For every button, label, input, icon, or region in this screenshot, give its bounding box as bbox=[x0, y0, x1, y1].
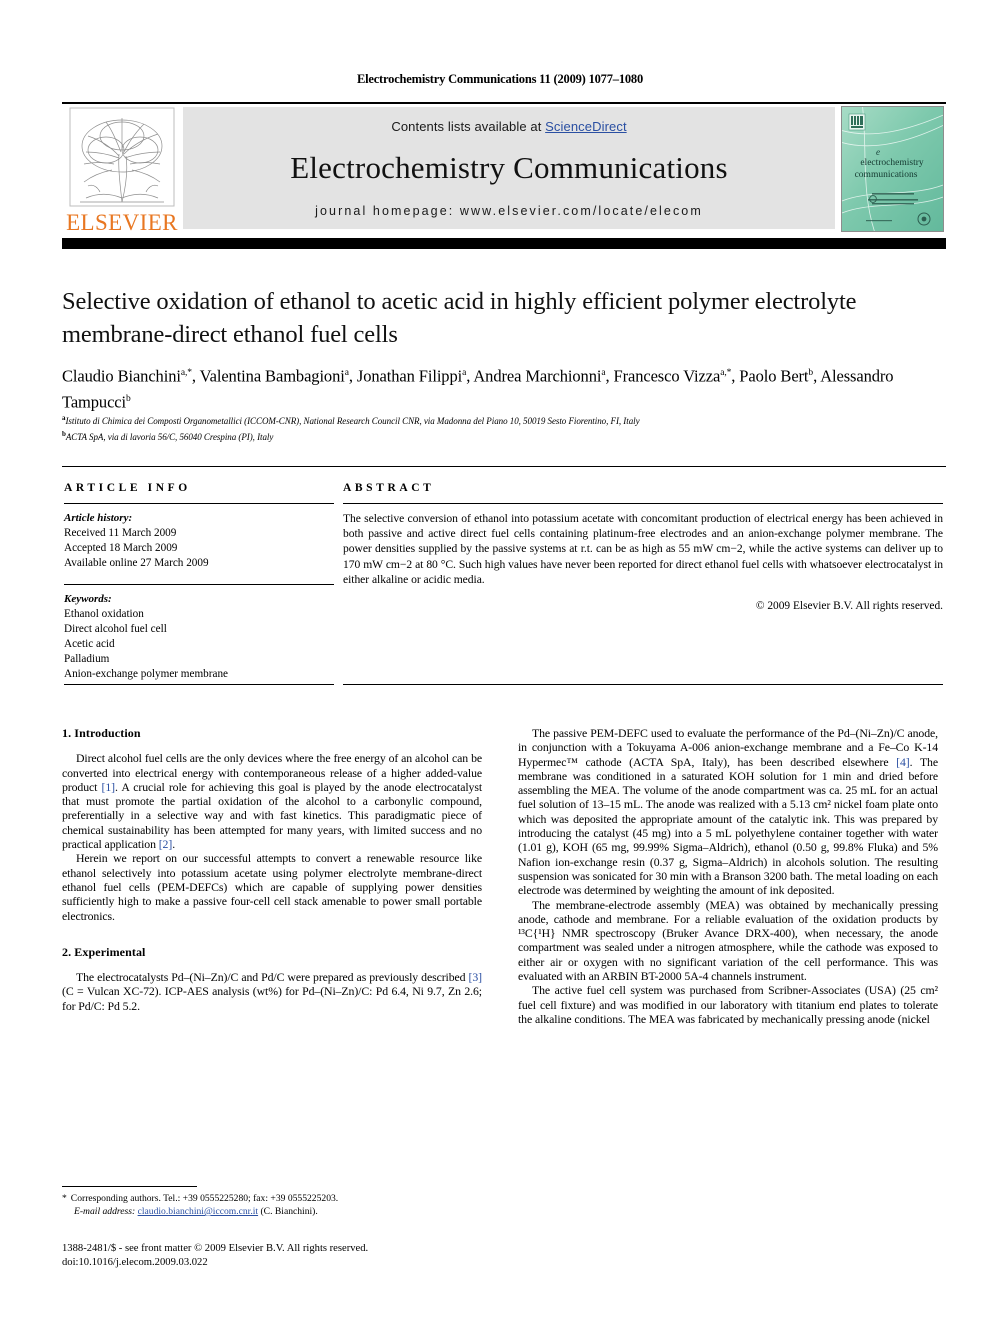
article-history-item: Received 11 March 2009 bbox=[64, 527, 177, 539]
email-label: E-mail address: bbox=[74, 1206, 136, 1217]
elsevier-logo: ELSEVIER bbox=[66, 106, 178, 234]
keyword-item: Direct alcohol fuel cell bbox=[64, 623, 167, 635]
reference-link-4[interactable]: [4] bbox=[896, 755, 910, 769]
imprint-block: 1388-2481/$ - see front matter © 2009 El… bbox=[62, 1242, 532, 1270]
sciencedirect-link[interactable]: ScienceDirect bbox=[545, 119, 627, 134]
page-title: Selective oxidation of ethanol to acetic… bbox=[62, 288, 857, 348]
info-block-bottom-rule-left bbox=[64, 684, 334, 685]
reference-link-3[interactable]: [3] bbox=[469, 970, 483, 984]
article-info-heading: ARTICLE INFO bbox=[64, 482, 191, 494]
masthead-top-rule bbox=[62, 102, 946, 104]
contents-line: Contents lists available at ScienceDirec… bbox=[183, 119, 835, 134]
author-list: Claudio Bianchinia,*, Valentina Bambagio… bbox=[62, 366, 894, 412]
affiliation-b: bACTA SpA, via di lavoria 56/C, 56040 Cr… bbox=[62, 428, 942, 444]
right-paragraph-3: The active fuel cell system was purchase… bbox=[518, 983, 938, 1026]
keyword-item: Anion-exchange polymer membrane bbox=[64, 668, 229, 680]
contents-prefix: Contents lists available at bbox=[391, 119, 546, 134]
article-history-item: Available online 27 March 2009 bbox=[64, 557, 209, 569]
section-heading-experimental: 2. Experimental bbox=[62, 944, 146, 959]
footnote-line-2: E-mail address: claudio.bianchini@iccom.… bbox=[62, 1205, 482, 1218]
corresponding-author-footnote: * Corresponding authors. Tel.: +39 055522… bbox=[62, 1192, 482, 1218]
abstract-copyright: © 2009 Elsevier B.V. All rights reserved… bbox=[755, 600, 943, 613]
right-p1-part-a: The passive PEM-DEFC used to evaluate th… bbox=[518, 726, 938, 769]
svg-text:e: e bbox=[876, 147, 880, 157]
intro-p1-part-b: . A crucial role for achieving this goal… bbox=[62, 779, 482, 852]
imprint-doi-line[interactable]: doi:10.1016/j.elecom.2009.03.022 bbox=[62, 1256, 532, 1270]
keyword-item: Acetic acid bbox=[64, 638, 115, 650]
running-head: Electrochemistry Communications 11 (2009… bbox=[356, 72, 644, 86]
article-page: Electrochemistry Communications 11 (2009… bbox=[0, 0, 992, 1323]
experimental-paragraph-1: The electrocatalysts Pd–(Ni–Zn)/C and Pd… bbox=[62, 970, 482, 1013]
svg-text:ELSEVIER: ELSEVIER bbox=[66, 210, 178, 234]
right-paragraph-2: The membrane-electrode assembly (MEA) wa… bbox=[518, 897, 938, 984]
info-block-bottom-rule-right bbox=[343, 684, 943, 685]
abstract-text: The selective conversion of ethanol into… bbox=[343, 512, 943, 586]
journal-masthead: ELSEVIER Contents lists available at Sci… bbox=[62, 102, 946, 249]
right-p1-part-b: . The membrane was conditioned in a satu… bbox=[518, 754, 938, 898]
intro-p1-part-c: . bbox=[172, 837, 176, 852]
reference-link-2[interactable]: [2] bbox=[159, 837, 173, 851]
info-block-top-rule bbox=[62, 466, 946, 467]
affiliation-a: aIstituto di Chimica dei Composti Organo… bbox=[62, 412, 942, 428]
body-column-left: 1. Introduction Direct alcohol fuel cell… bbox=[62, 726, 482, 1013]
footnote-rule bbox=[62, 1186, 197, 1187]
affiliation-b-text: ACTA SpA, via di lavoria 56/C, 56040 Cre… bbox=[65, 432, 274, 442]
section-heading-introduction: 1. Introduction bbox=[62, 726, 141, 740]
body-column-right: The passive PEM-DEFC used to evaluate th… bbox=[518, 726, 938, 1026]
article-info-column: ARTICLE INFO Article history: Received 1… bbox=[64, 482, 334, 682]
reference-link-1[interactable]: [1] bbox=[102, 780, 116, 794]
right-paragraph-1: The passive PEM-DEFC used to evaluate th… bbox=[518, 726, 938, 898]
journal-cover-thumbnail: e electrochemistry communications bbox=[841, 106, 944, 232]
email-link[interactable]: claudio.bianchini@iccom.cnr.it bbox=[138, 1206, 258, 1217]
exp-p1-part-a: The electrocatalysts Pd–(Ni–Zn)/C and Pd… bbox=[76, 970, 469, 985]
svg-text:electrochemistry: electrochemistry bbox=[860, 158, 924, 168]
abstract-column: ABSTRACT The selective conversion of eth… bbox=[343, 482, 943, 612]
email-suffix: (C. Bianchini). bbox=[260, 1206, 318, 1217]
affiliations: aIstituto di Chimica dei Composti Organo… bbox=[62, 412, 942, 444]
article-info-rule bbox=[64, 503, 334, 504]
keywords-label: Keywords: bbox=[64, 593, 112, 605]
keyword-item: Ethanol oxidation bbox=[64, 608, 144, 620]
exp-p1-part-b: (C = Vulcan XC-72). ICP-AES analysis (wt… bbox=[62, 984, 482, 1013]
journal-homepage[interactable]: journal homepage: www.elsevier.com/locat… bbox=[183, 204, 835, 218]
footnote-line-1: * Corresponding authors. Tel.: +39 055522… bbox=[62, 1192, 482, 1205]
imprint-issn-line: 1388-2481/$ - see front matter © 2009 El… bbox=[62, 1243, 369, 1254]
abstract-rule bbox=[343, 503, 943, 504]
article-history-label: Article history: bbox=[64, 512, 133, 524]
keyword-item: Palladium bbox=[64, 653, 110, 665]
article-history-item: Accepted 18 March 2009 bbox=[64, 542, 178, 554]
footnote-asterisk: * bbox=[62, 1193, 67, 1204]
affiliation-a-text: Istituto di Chimica dei Composti Organom… bbox=[65, 416, 640, 426]
footnote-corresponding-text: Corresponding authors. Tel.: +39 0555225… bbox=[70, 1193, 339, 1204]
masthead-center-box: Contents lists available at ScienceDirec… bbox=[183, 107, 835, 229]
intro-paragraph-2: Herein we report on our successful attem… bbox=[62, 851, 482, 923]
intro-paragraph-1: Direct alcohol fuel cells are the only d… bbox=[62, 751, 482, 851]
keywords-top-rule bbox=[64, 584, 334, 585]
masthead-bottom-bar bbox=[62, 238, 946, 249]
svg-text:communications: communications bbox=[855, 170, 918, 180]
abstract-heading: ABSTRACT bbox=[343, 482, 435, 494]
journal-title: Electrochemistry Communications bbox=[290, 150, 728, 185]
